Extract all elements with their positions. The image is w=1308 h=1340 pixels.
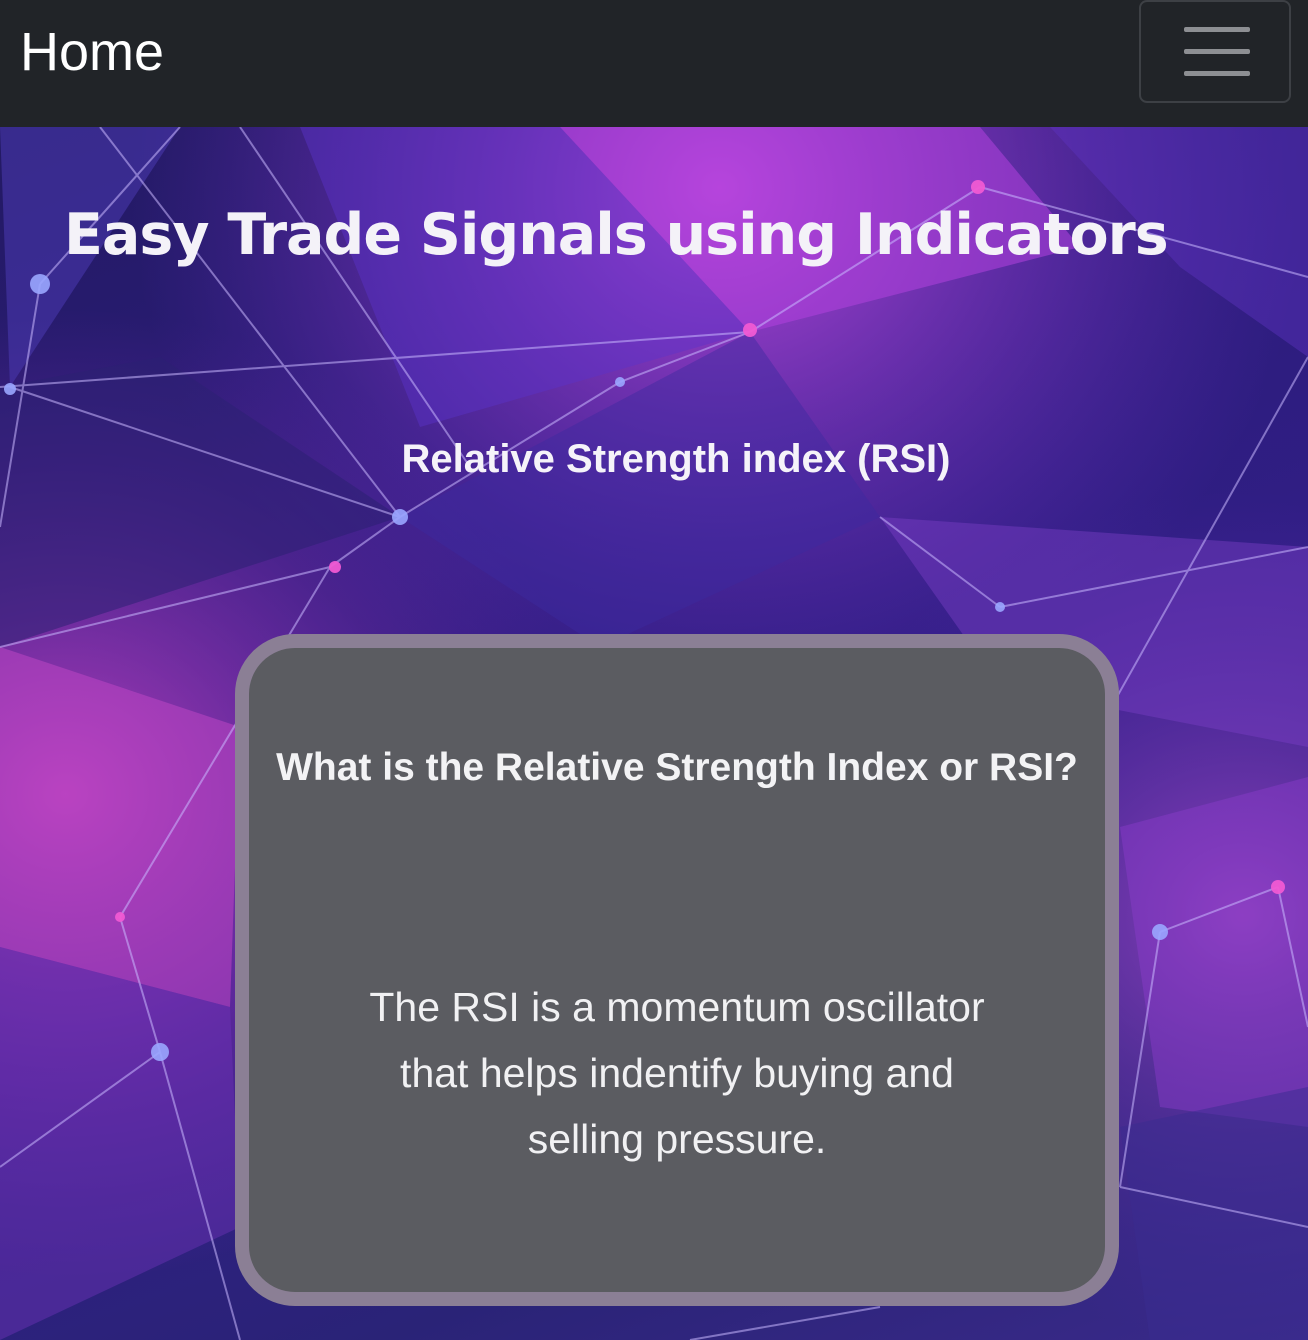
top-navbar: Home	[0, 0, 1308, 127]
page-title: Easy Trade Signals using Indicators	[64, 202, 1169, 268]
info-card: What is the Relative Strength Index or R…	[235, 634, 1119, 1306]
card-title: What is the Relative Strength Index or R…	[276, 746, 1078, 789]
card-description: The RSI is a momentum oscillator that he…	[369, 984, 985, 1162]
hero-section: Easy Trade Signals using Indicators Rela…	[0, 127, 1308, 1340]
section-subtitle: Relative Strength index (RSI)	[401, 437, 951, 481]
menu-toggle-button[interactable]	[1139, 0, 1291, 103]
home-link[interactable]: Home	[20, 20, 164, 84]
